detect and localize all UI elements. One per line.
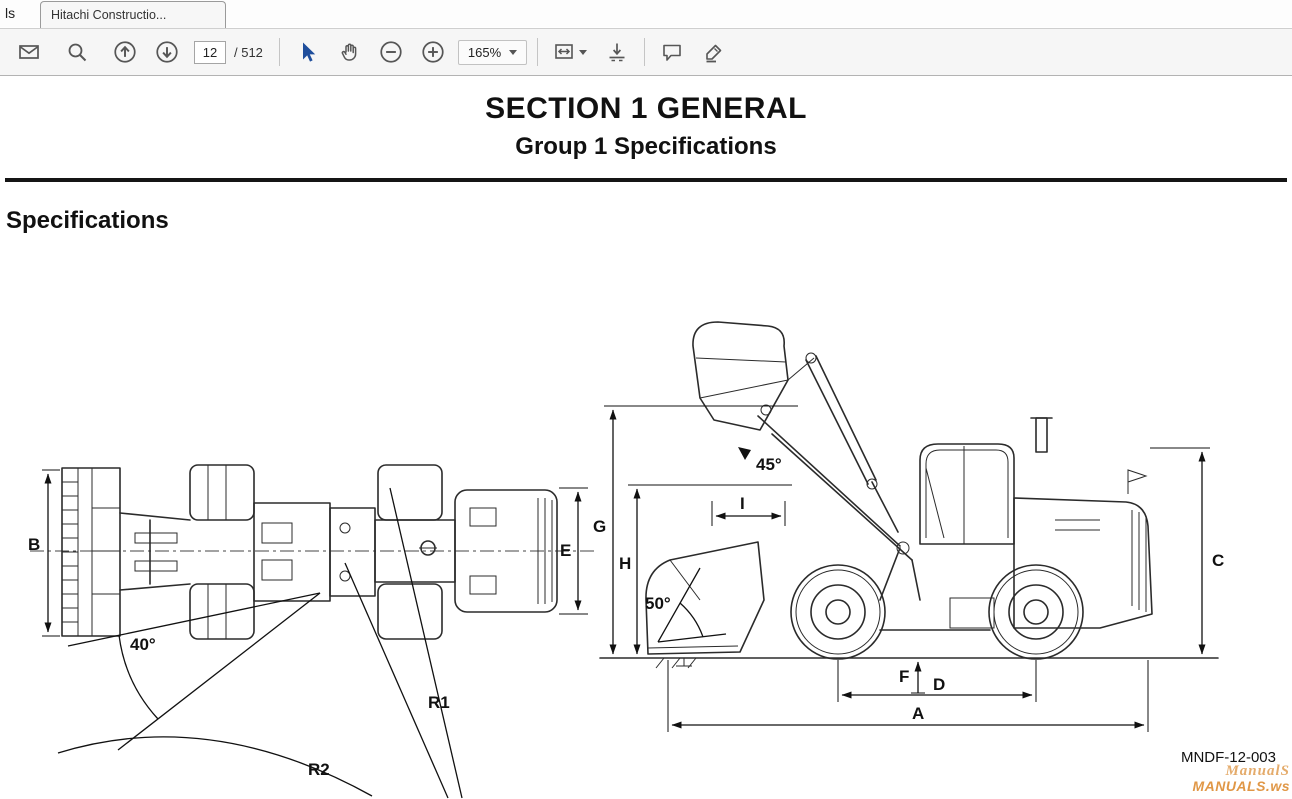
dim-label-i: I	[740, 494, 745, 513]
specifications-heading: Specifications	[6, 207, 1292, 235]
zoom-level-value: 165%	[468, 45, 501, 60]
dim-label-g: G	[593, 517, 606, 536]
next-page-button[interactable]	[150, 35, 184, 69]
fit-page-dropdown-button[interactable]	[548, 35, 592, 69]
dim-label-b: B	[28, 535, 40, 554]
chevron-down-icon	[509, 50, 517, 55]
heading-divider	[5, 178, 1287, 182]
angle-label-50: 50°	[645, 594, 671, 613]
document-tab[interactable]: Hitachi Constructio...	[40, 1, 226, 28]
group-subtitle: Group 1 Specifications	[0, 133, 1292, 161]
envelope-icon	[17, 40, 41, 64]
zoom-level-dropdown[interactable]: 165%	[458, 40, 527, 65]
previous-page-button[interactable]	[108, 35, 142, 69]
cursor-arrow-icon	[295, 40, 319, 64]
highlighter-pen-icon	[702, 40, 726, 64]
dim-label-a: A	[912, 704, 924, 723]
tabbar-overflow-text[interactable]: ls	[5, 5, 15, 21]
dim-label-f: F	[899, 667, 909, 686]
page-total-label: / 512	[234, 45, 263, 60]
highlight-button[interactable]	[697, 35, 731, 69]
pdf-viewer-window: ls Hitachi Constructio...	[0, 0, 1292, 799]
zoom-in-button[interactable]	[416, 35, 450, 69]
hand-tool-button[interactable]	[332, 35, 366, 69]
continuous-scroll-button[interactable]	[600, 35, 634, 69]
fit-page-icon	[553, 40, 579, 64]
select-tool-button[interactable]	[290, 35, 324, 69]
page-up-icon	[112, 39, 138, 65]
section-title: SECTION 1 GENERAL	[0, 92, 1292, 126]
radius-label-r1: R1	[428, 693, 450, 712]
watermark-logo-text: ManualS	[1192, 764, 1290, 779]
document-tab-title: Hitachi Constructio...	[51, 8, 166, 22]
radius-label-r2: R2	[308, 760, 330, 779]
email-button[interactable]	[12, 35, 46, 69]
search-button[interactable]	[60, 35, 94, 69]
watermark: ManualS MANUALS.ws	[1192, 764, 1290, 793]
page-down-icon	[154, 39, 180, 65]
angle-label-40: 40°	[130, 635, 156, 654]
dimension-diagram: B E 40° R1 R2	[0, 298, 1292, 799]
dim-label-h: H	[619, 554, 631, 573]
watermark-site-text: MANUALS.ws	[1192, 779, 1290, 793]
dim-label-e: E	[560, 541, 571, 560]
pdf-toolbar: / 512	[0, 28, 1292, 76]
zoom-out-button[interactable]	[374, 35, 408, 69]
scroll-mode-icon	[605, 40, 629, 64]
toolbar-separator	[537, 38, 538, 66]
dim-label-d: D	[933, 675, 945, 694]
dim-label-c: C	[1212, 551, 1224, 570]
comment-button[interactable]	[655, 35, 689, 69]
toolbar-separator	[644, 38, 645, 66]
comment-bubble-icon	[660, 40, 684, 64]
hand-icon	[337, 40, 361, 64]
loader-drawing-svg: B E 40° R1 R2	[0, 298, 1292, 799]
toolbar-separator	[279, 38, 280, 66]
plus-circle-icon	[420, 39, 446, 65]
side-view-drawing: 50° 45°	[593, 322, 1224, 732]
angle-label-45: 45°	[756, 455, 782, 474]
chevron-down-icon	[579, 50, 587, 55]
tab-bar: ls Hitachi Constructio...	[0, 0, 1292, 27]
top-view-drawing: B E 40° R1 R2	[28, 465, 598, 798]
page-number-input[interactable]	[194, 41, 226, 64]
minus-circle-icon	[378, 39, 404, 65]
search-icon	[65, 40, 89, 64]
